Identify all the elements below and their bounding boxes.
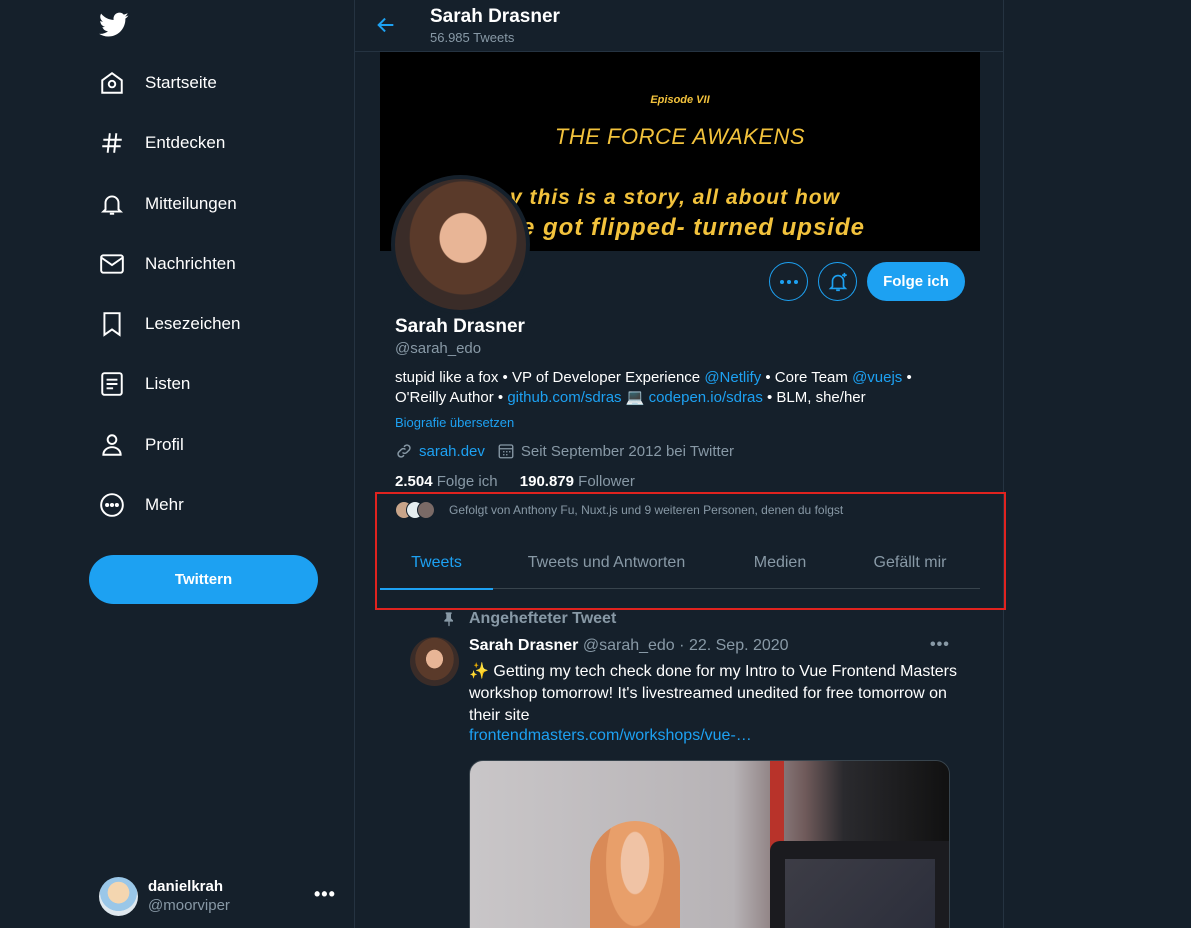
following-button[interactable]: Folge ich (867, 262, 965, 301)
more-icon[interactable]: ••• (314, 884, 336, 905)
profile-header-bar: Sarah Drasner 56.985 Tweets (355, 0, 1003, 52)
tab-likes[interactable]: Gefällt mir (840, 536, 980, 589)
bio-link-vuejs[interactable]: @vuejs (852, 369, 902, 386)
sidebar-item-lists[interactable]: Listen (98, 364, 190, 404)
twitter-bird-icon[interactable] (99, 12, 129, 38)
tweet-more-icon[interactable]: ••• (930, 636, 950, 654)
tab-media[interactable]: Medien (720, 536, 840, 589)
hashtag-icon (98, 129, 126, 157)
tweet-author-name[interactable]: Sarah Drasner (469, 637, 578, 654)
ellipsis-icon (779, 279, 798, 284)
sidebar-item-label: Lesezeichen (145, 314, 241, 333)
more-options-button[interactable] (769, 262, 808, 301)
profile-avatar[interactable] (391, 175, 530, 314)
following-count: 2.504 (395, 473, 433, 490)
profile-website-link[interactable]: sarah.dev (419, 443, 485, 460)
avatar (99, 876, 138, 916)
profile-joined-date: Seit September 2012 bei Twitter (520, 442, 735, 460)
sidebar: Startseite Entdecken Mitteilungen Nachri… (0, 0, 336, 928)
sidebar-item-label: Profil (145, 435, 184, 454)
profile-stats: 2.504 Folge ich 190.879 Follower (395, 473, 635, 490)
banner-episode: Episode VII (650, 94, 710, 106)
bookmark-icon (98, 310, 126, 338)
sidebar-item-notifications[interactable]: Mitteilungen (98, 184, 237, 224)
header-name: Sarah Drasner (430, 6, 560, 27)
account-handle: @moorviper (148, 897, 230, 914)
mail-icon (98, 250, 126, 278)
tweet-text: ✨ Getting my tech check done for my Intr… (469, 663, 957, 724)
bell-icon (98, 190, 126, 218)
sidebar-item-label: Mitteilungen (145, 194, 237, 213)
bio-text: • BLM, she/her (762, 389, 866, 406)
tweet-media-image[interactable] (469, 760, 950, 928)
banner-crawl-line: fe got flipped- turned upside (512, 214, 865, 241)
link-icon (397, 444, 411, 458)
bio-link-github[interactable]: github.com/sdras (507, 389, 621, 406)
profile-column: Sarah Drasner 56.985 Tweets Episode VII … (354, 0, 1004, 928)
followers-stat[interactable]: 190.879 Follower (520, 473, 635, 490)
bio-text: • Core Team (761, 369, 853, 386)
tweet-link[interactable]: frontendmasters.com/workshops/vue-… (469, 727, 752, 745)
profile-tabs: Tweets Tweets und Antworten Medien Gefäl… (380, 536, 980, 590)
pin-icon (444, 612, 453, 627)
translate-bio-link[interactable]: Biografie übersetzen (395, 415, 514, 430)
sidebar-item-messages[interactable]: Nachrichten (98, 244, 236, 284)
followers-count: 190.879 (519, 473, 574, 490)
tweet-button[interactable]: Twittern (89, 555, 318, 604)
sidebar-item-label: Nachrichten (145, 254, 236, 273)
following-stat[interactable]: 2.504 Folge ich (395, 473, 498, 490)
tab-tweets[interactable]: Tweets (380, 536, 493, 590)
header-tweet-count: 56.985 Tweets (430, 30, 515, 45)
home-icon (98, 69, 126, 97)
tweet-separator: · (679, 637, 685, 654)
sidebar-item-label: Startseite (145, 73, 217, 92)
sidebar-item-bookmarks[interactable]: Lesezeichen (98, 304, 240, 344)
profile-bio: stupid like a fox • VP of Developer Expe… (395, 368, 955, 408)
sidebar-item-home[interactable]: Startseite (98, 63, 217, 103)
banner-title: THE FORCE AWAKENS (554, 124, 806, 149)
profile-icon (98, 431, 126, 459)
bio-link-netlify[interactable]: @Netlify (704, 369, 761, 386)
bio-text: 💻 (621, 389, 649, 406)
following-label: Folge ich (436, 473, 498, 490)
media-person (590, 821, 680, 928)
followed-by[interactable]: Gefolgt von Anthony Fu, Nuxt.js und 9 we… (395, 501, 843, 519)
bell-plus-icon (828, 272, 847, 291)
followed-by-text: Gefolgt von Anthony Fu, Nuxt.js und 9 we… (449, 503, 844, 517)
list-icon (98, 370, 126, 398)
profile-handle: @sarah_edo (395, 340, 482, 357)
tweet-date[interactable]: 22. Sep. 2020 (689, 637, 789, 654)
tab-tweets-replies[interactable]: Tweets und Antworten (493, 536, 720, 589)
profile-name: Sarah Drasner (395, 316, 525, 337)
account-display-name: danielkrah (148, 878, 224, 895)
calendar-icon (498, 444, 514, 459)
sidebar-item-explore[interactable]: Entdecken (98, 123, 225, 163)
bio-text: stupid like a fox • VP of Developer Expe… (395, 369, 705, 386)
tweet-author-avatar[interactable] (410, 637, 459, 686)
sidebar-item-label: Entdecken (145, 133, 226, 152)
tweet-header: Sarah Drasner @sarah_edo · 22. Sep. 2020 (469, 637, 789, 655)
pinned-label: Angehefteter Tweet (441, 610, 616, 628)
sidebar-item-profile[interactable]: Profil (98, 425, 184, 465)
tweet-author-handle: @sarah_edo (582, 637, 675, 654)
pinned-label-text: Angehefteter Tweet (469, 610, 617, 627)
account-switcher[interactable]: danielkrah @moorviper ••• (99, 876, 339, 916)
follower-avatar (417, 501, 435, 519)
media-camera-screen (785, 859, 935, 928)
followers-label: Follower (578, 473, 635, 490)
sidebar-item-label: Listen (145, 374, 191, 393)
profile-meta: sarah.dev Seit September 2012 bei Twitte… (395, 442, 734, 460)
sidebar-item-more[interactable]: Mehr (98, 485, 184, 525)
more-circle-icon (98, 491, 126, 519)
back-arrow-icon[interactable] (375, 14, 397, 36)
sidebar-item-label: Mehr (145, 495, 184, 514)
banner-crawl-line: v this is a story, all about how (510, 186, 840, 209)
notifications-button[interactable] (818, 262, 857, 301)
bio-link-codepen[interactable]: codepen.io/sdras (649, 389, 763, 406)
